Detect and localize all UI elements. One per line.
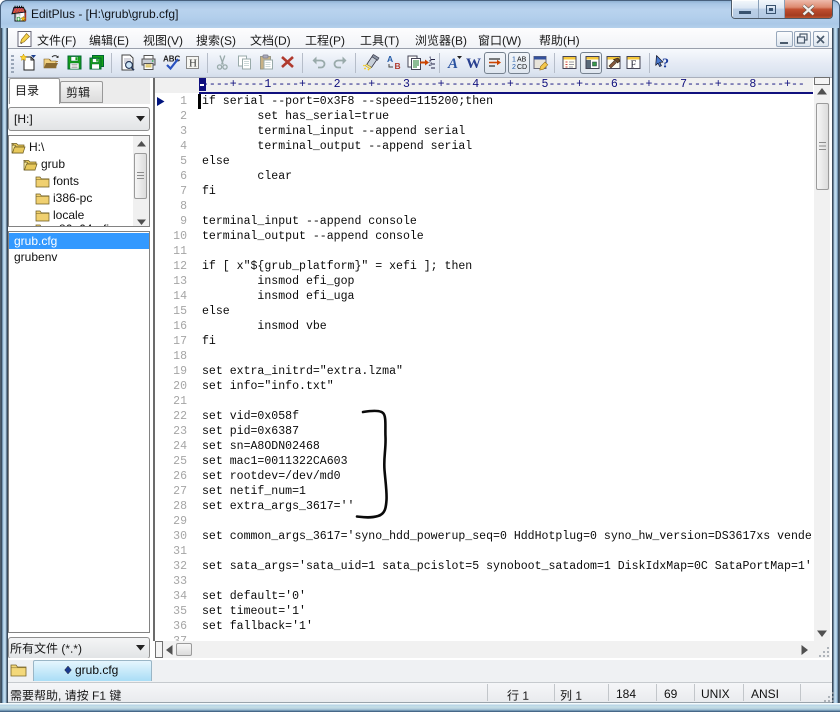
svg-text:A: A (447, 56, 458, 71)
svg-text:AB: AB (517, 57, 527, 64)
svg-text:?: ? (662, 57, 669, 72)
svg-text:W: W (466, 56, 481, 71)
svg-text:2: 2 (512, 64, 516, 71)
svg-text:F: F (631, 60, 637, 71)
svg-text:A: A (387, 54, 393, 64)
svg-text:B: B (395, 61, 401, 71)
svg-text:CD: CD (517, 64, 527, 71)
svg-text:H: H (189, 58, 197, 70)
svg-text:1: 1 (512, 57, 516, 64)
svg-text:2: 2 (429, 62, 433, 68)
